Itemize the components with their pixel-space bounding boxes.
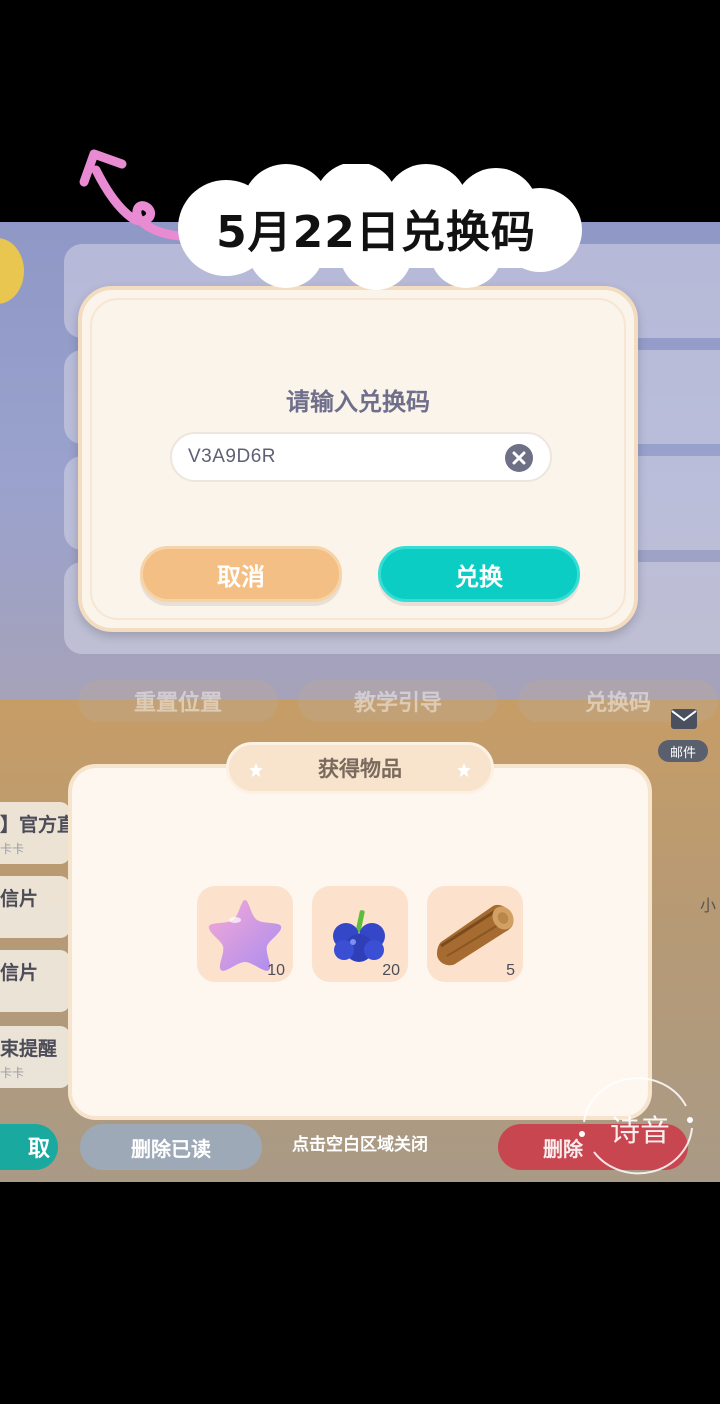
mail-sender: 卡卡 (0, 1066, 25, 1080)
mail-list-item[interactable]: 信片 (0, 950, 70, 1012)
clear-icon[interactable] (504, 443, 534, 473)
mail-title: 信片 (0, 888, 39, 910)
delete-read-button[interactable]: 删除已读 (80, 1124, 262, 1170)
star-icon (457, 763, 471, 777)
rewards-title: 获得物品 (318, 757, 402, 781)
reward-item[interactable]: 20 (312, 886, 408, 982)
mail-content-fragment: 小 (700, 896, 717, 915)
redeem-dialog: 请输入兑换码 V3A9D6R 取消 兑换 (78, 286, 638, 632)
redeem-button[interactable]: 兑换 (378, 546, 580, 602)
star-icon (249, 763, 263, 777)
mail-label[interactable]: 邮件 (658, 740, 708, 762)
redeem-code-input[interactable]: V3A9D6R (170, 432, 552, 482)
mail-sender: 卡卡 (0, 842, 25, 856)
game-screen: 重置位置 教学引导 兑换码 邮件 】官方直 卡卡 信片 信片 束提醒 卡卡 小 … (0, 0, 720, 1404)
mail-list-item[interactable]: 】官方直 卡卡 (0, 802, 70, 864)
mail-list-item[interactable]: 束提醒 卡卡 (0, 1026, 70, 1088)
claim-all-button[interactable]: 取 (0, 1124, 58, 1170)
reward-item[interactable]: 10 (197, 886, 293, 982)
reward-item[interactable]: 5 (427, 886, 523, 982)
redeem-code-value: V3A9D6R (188, 446, 276, 467)
overlay-title: 5月22日兑换码 (216, 207, 536, 258)
mail-list-item[interactable]: 信片 (0, 876, 70, 938)
reward-quantity: 10 (267, 962, 285, 979)
mail-icon[interactable] (670, 708, 698, 730)
dialog-title: 请输入兑换码 (286, 388, 430, 416)
tutorial-button[interactable]: 教学引导 (298, 680, 498, 722)
watermark-text: 诗音 (610, 1114, 670, 1149)
mail-title: 】官方直 (0, 814, 70, 836)
cancel-button[interactable]: 取消 (140, 546, 342, 602)
rewards-header: 获得物品 (226, 742, 494, 794)
mail-title: 信片 (0, 962, 39, 984)
reset-position-button[interactable]: 重置位置 (78, 680, 278, 722)
mail-title: 束提醒 (0, 1038, 58, 1060)
reward-quantity: 20 (382, 962, 400, 979)
reward-quantity: 5 (506, 962, 515, 979)
close-hint[interactable]: 点击空白区域关闭 (270, 1130, 450, 1155)
